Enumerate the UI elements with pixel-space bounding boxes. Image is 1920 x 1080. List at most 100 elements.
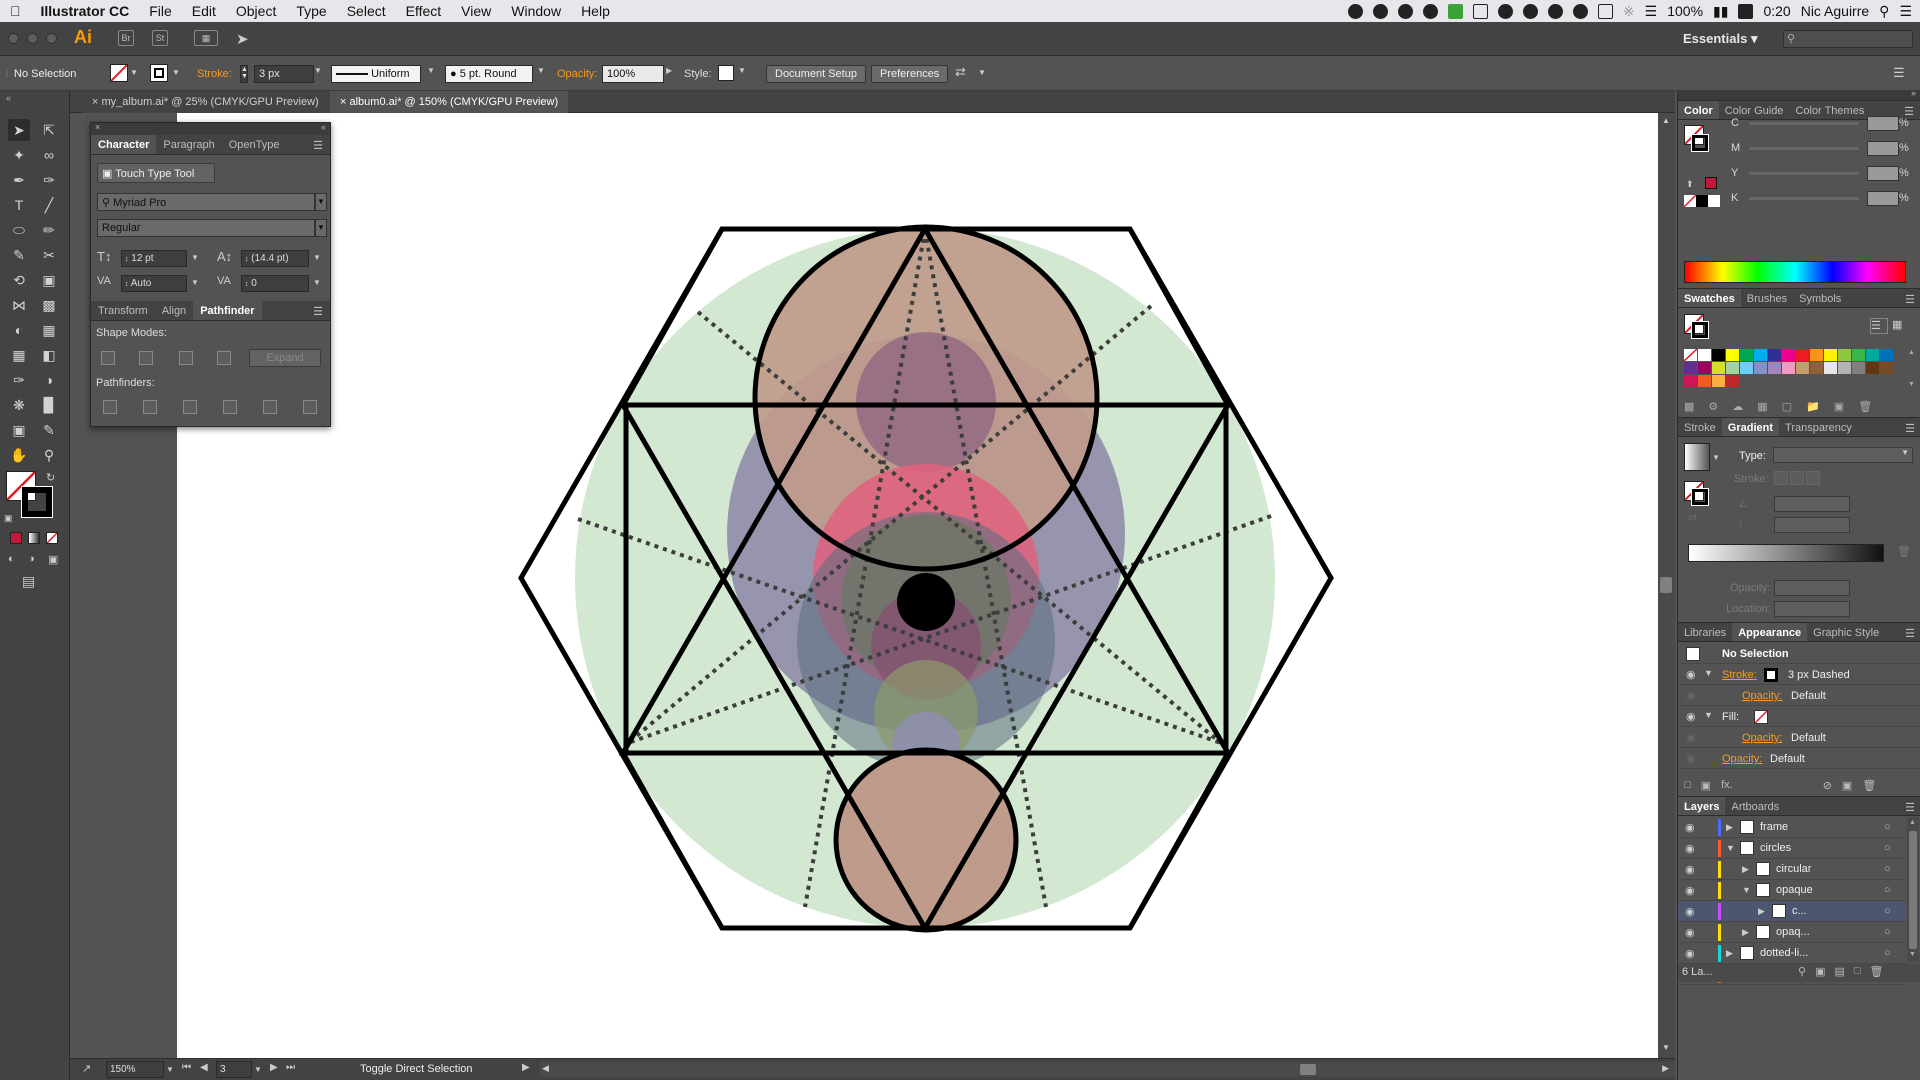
scroll-down-arrow[interactable]: ▼ [1662,1043,1670,1052]
tracking-input[interactable]: ↕ 0 [241,275,309,292]
artboard-dropdown[interactable]: ▼ [254,1065,262,1074]
cc-icon[interactable] [1738,3,1754,19]
preferences-button[interactable]: Preferences [871,65,949,83]
stroke-color-box[interactable] [21,486,53,518]
swatch[interactable] [1698,349,1711,361]
locate-object-icon[interactable]: ⚲ [1798,965,1806,978]
font-style-dropdown[interactable]: Regular [97,219,315,237]
bluetooth-icon[interactable]: ※ [1623,3,1635,20]
scissors-tool-icon[interactable]: ✂ [38,244,60,266]
visibility-eye-icon[interactable]: ◉ [1685,905,1695,918]
minimize-window-button[interactable] [27,33,38,44]
kerning-input[interactable]: ↕ Auto [121,275,187,292]
add-stroke-icon[interactable]: □ [1684,779,1691,792]
visibility-eye-icon[interactable]: ◉ [1686,752,1696,765]
show-kinds-icon[interactable]: ▦ [1757,400,1767,413]
moon-icon[interactable] [1497,3,1513,19]
swatch-options-icon[interactable]: ▢ [1782,400,1792,413]
tab-transform[interactable]: Transform [91,301,155,320]
opacity-attribute-label[interactable]: Opacity: [1742,690,1782,702]
tab-gradient[interactable]: Gradient [1721,418,1780,436]
opacity-input[interactable]: 100% [602,65,664,83]
expand-triangle-icon[interactable]: ▶ [1726,822,1733,833]
swatch[interactable] [1726,375,1739,387]
swatch[interactable] [1768,349,1781,361]
divide-icon[interactable] [103,400,117,414]
hand-tool-icon[interactable]: ✋ [8,444,30,466]
menu-file[interactable]: File [139,3,182,19]
appearance-stroke-row[interactable]: ◉ ▼ Stroke: 3 px Dashed [1678,665,1920,685]
new-layer-icon[interactable]: □ [1854,965,1861,978]
outline-icon[interactable] [263,400,277,414]
fill-swatch[interactable] [110,64,128,82]
mesh-tool-icon[interactable]: ▦ [8,344,30,366]
expand-triangle-icon[interactable]: ▶ [1742,864,1749,875]
swatch[interactable] [1796,362,1809,374]
close-window-button[interactable] [8,33,19,44]
color-stroke-proxy[interactable] [1691,134,1709,152]
expand-triangle-icon[interactable]: ▶ [1742,927,1749,938]
layer-name[interactable]: opaque [1776,884,1813,896]
menu-select[interactable]: Select [337,3,396,19]
layer-name[interactable]: opaq... [1776,926,1810,938]
gradient-across-stroke-icon[interactable] [1806,471,1820,485]
layer-row[interactable]: ◉ ▶ circular ○ [1678,859,1906,880]
close-panel-icon[interactable]: × [95,122,100,132]
kerning-dropdown[interactable]: ▼ [191,278,199,287]
menu-object[interactable]: Object [226,3,286,19]
tab-pathfinder[interactable]: Pathfinder [193,301,262,320]
panel-menu-icon[interactable]: ☰ [1899,289,1920,307]
status-icon[interactable] [1397,3,1413,19]
cyan-slider[interactable] [1749,121,1859,125]
blob-brush-tool-icon[interactable]: ✎ [8,244,30,266]
visibility-eye-icon[interactable]: ◉ [1685,884,1695,897]
status-icon[interactable] [1372,3,1388,19]
gpu-performance-icon[interactable]: ➤ [236,30,249,48]
layers-scroll-thumb[interactable] [1909,831,1917,949]
target-circle-icon[interactable]: ○ [1884,905,1891,917]
visibility-eye-icon[interactable]: ◉ [1686,689,1696,702]
paintbrush-tool-icon[interactable]: ✏ [38,219,60,241]
fill-attribute-label[interactable]: Fill: [1722,711,1739,723]
layer-row[interactable]: ◉ ▼ circles ○ [1678,838,1906,859]
delete-layer-icon[interactable]: 🗑 [1870,965,1884,978]
swatch[interactable] [1754,349,1767,361]
appearance-fill-opacity-row[interactable]: ◉ Opacity: Default [1678,728,1920,748]
swatch[interactable] [1824,349,1837,361]
menu-type[interactable]: Type [286,3,336,19]
swatch[interactable] [1712,349,1725,361]
hscroll-thumb[interactable] [1300,1064,1316,1075]
user-name[interactable]: Nic Aguirre [1801,3,1869,19]
swatch[interactable] [1684,375,1697,387]
swatch[interactable] [1782,349,1795,361]
swatch[interactable] [1726,349,1739,361]
style-dropdown[interactable]: ▼ [738,66,746,75]
clear-appearance-icon[interactable]: ⊘ [1823,779,1832,792]
fill-color-chip[interactable] [1754,710,1768,724]
swatch[interactable] [1740,362,1753,374]
swatch-scroll-down[interactable]: ▼ [1908,381,1915,388]
black-swatch[interactable] [1696,195,1708,207]
cloud-icon[interactable]: ☁ [1732,400,1743,413]
swatch[interactable] [1880,362,1893,374]
expand-triangle-icon[interactable]: ▶ [1758,906,1765,917]
style-dropdown-arrow[interactable]: ▼ [315,219,327,237]
visibility-eye-icon[interactable]: ◉ [1686,731,1696,744]
black-slider[interactable] [1749,196,1859,200]
draw-behind-icon[interactable]: ◑ [28,553,35,565]
scroll-right-arrow[interactable]: ▶ [1662,1063,1669,1074]
swatch[interactable] [1852,349,1865,361]
scale-tool-icon[interactable]: ▣ [38,269,60,291]
tab-align[interactable]: Align [155,301,193,320]
gradient-angle-input[interactable] [1774,496,1850,512]
gradient-slider[interactable] [1688,544,1884,562]
next-artboard-button[interactable]: ▶ [270,1062,278,1073]
tab-transparency[interactable]: Transparency [1779,418,1858,436]
swatch[interactable] [1782,362,1795,374]
font-family-dropdown[interactable]: ⚲ Myriad Pro [97,193,315,211]
minus-back-icon[interactable] [303,400,317,414]
leading-dropdown[interactable]: ▼ [313,253,321,262]
intersect-icon[interactable] [179,351,193,365]
swatch[interactable] [1810,362,1823,374]
swatch[interactable] [1712,362,1725,374]
